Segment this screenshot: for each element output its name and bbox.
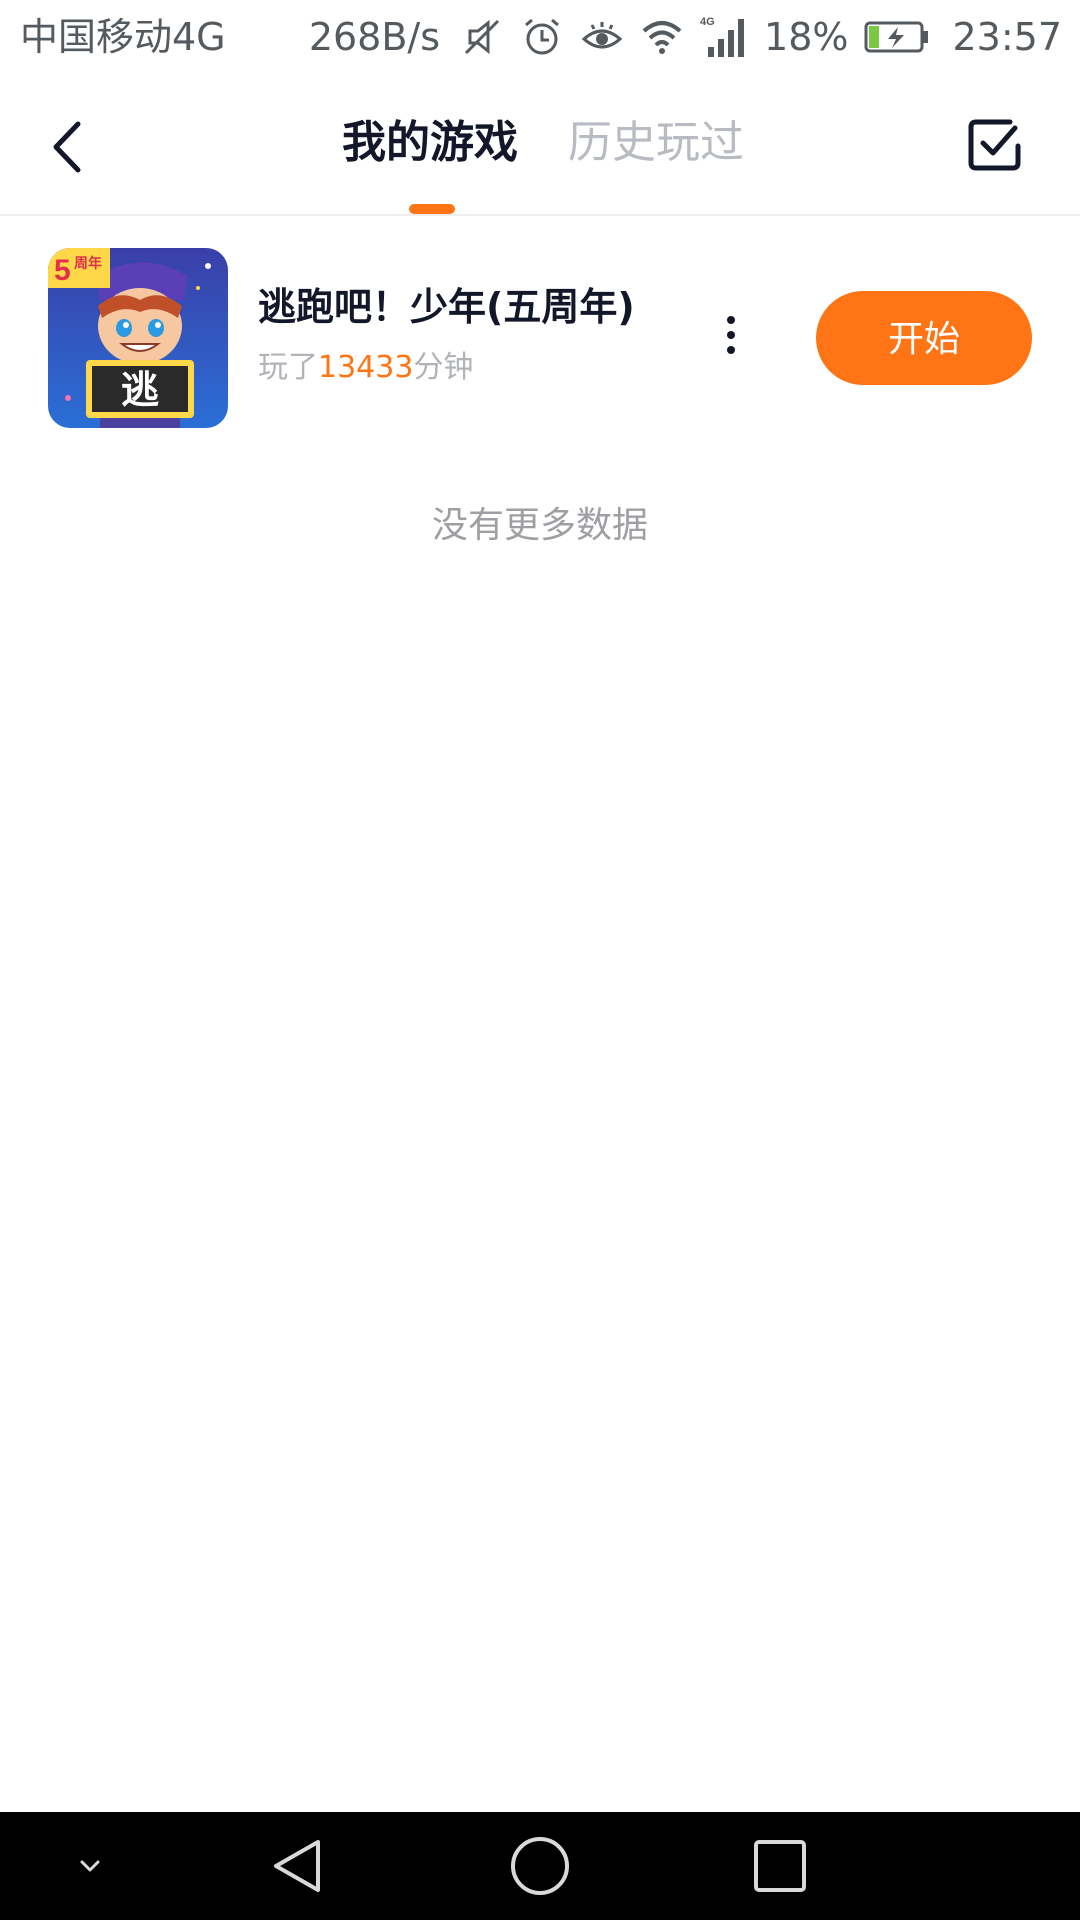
checkbox-checked-icon [968,119,1021,171]
battery-percent: 18% [764,15,849,59]
home-circle-icon [511,1837,569,1895]
status-bar: 中国移动4G 268B/s 4G 18% 23:57 [0,0,1080,76]
nav-recents-button[interactable] [742,1828,818,1904]
icon-badge-text: 5 [54,254,71,287]
hide-nav-button[interactable] [52,1828,128,1904]
start-game-button[interactable]: 开始 [816,291,1032,385]
recents-square-icon [754,1840,806,1892]
nav-back-button[interactable] [262,1828,338,1904]
svg-text:周年: 周年 [74,255,102,272]
back-button[interactable] [40,112,100,182]
game-list-item[interactable]: 5 周年 逃 逃跑吧！少年(五周年) 玩了13433分钟 开始 [0,246,1080,430]
wifi-icon [640,15,684,59]
game-title: 逃跑吧！少年(五周年) [258,285,635,329]
game-icon[interactable]: 5 周年 逃 [48,248,228,428]
alarm-icon [520,15,564,59]
my-games-screen: 中国移动4G 268B/s 4G 18% 23:57 我的游戏 历史玩过 5 周… [0,0,1080,1920]
manage-button[interactable] [966,116,1024,174]
system-nav-bar [0,1812,1080,1920]
more-options-button[interactable] [716,312,746,358]
battery-charging-icon [864,15,930,59]
network-type-label: 4G [700,16,715,28]
hide-nav-icon [80,1860,100,1872]
tab-history-played[interactable]: 历史玩过 [568,114,744,172]
mute-icon [460,15,504,59]
game-playtime: 玩了13433分钟 [258,348,473,388]
icon-sign-text: 逃 [121,368,159,412]
back-arrow-icon [53,121,81,173]
back-triangle-icon [274,1840,320,1892]
list-end-text: 没有更多数据 [431,505,648,546]
top-bar: 我的游戏 历史玩过 [0,76,1080,216]
carrier-name: 中国移动4G [20,15,226,59]
playtime-prefix: 玩了 [258,350,318,385]
playtime-suffix: 分钟 [413,350,474,385]
network-speed: 268B/s [308,15,441,59]
eye-comfort-icon [580,15,624,59]
clock: 23:57 [952,15,1062,59]
tab-my-games[interactable]: 我的游戏 [342,114,518,172]
tab-selected-indicator [409,204,455,214]
nav-home-button[interactable] [502,1828,578,1904]
signal-icon: 4G [700,15,752,59]
playtime-minutes: 13433 [318,350,414,385]
more-vertical-icon [727,316,735,354]
status-bar-right: 268B/s 4G 18% 23:57 [309,14,1062,60]
